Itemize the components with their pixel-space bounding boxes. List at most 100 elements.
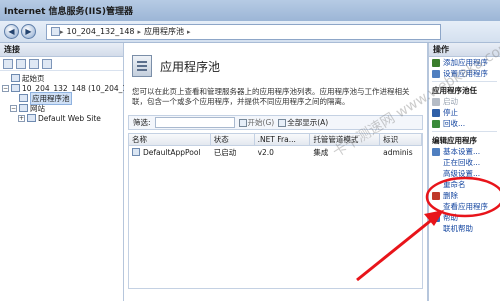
action-item[interactable]: 重命名 xyxy=(429,179,500,190)
actions-divider xyxy=(432,131,497,132)
page-description: 您可以在此页上查看和管理服务器上的应用程序池列表。应用程序池与工作进程相关联，包… xyxy=(132,87,410,106)
column-header[interactable]: 标识 xyxy=(380,134,423,145)
filter-label: 筛选: xyxy=(133,118,151,127)
action-icon xyxy=(432,108,440,117)
action-label: 停止 xyxy=(443,108,458,117)
start-icon xyxy=(238,118,247,127)
tree-node[interactable]: + Default Web Site xyxy=(2,113,123,123)
show-all-button[interactable]: 全部显示(A) xyxy=(278,117,328,128)
actions-section-title: 应用程序池任 xyxy=(429,85,500,96)
breadcrumb[interactable]: ▸ 10_204_132_148 ▸ 应用程序池 ▸ xyxy=(46,23,441,40)
forward-button[interactable]: ▶ xyxy=(21,24,36,39)
action-label: 基本设置... xyxy=(443,147,481,156)
address-bar: ◀ ▶ ▸ 10_204_132_148 ▸ 应用程序池 ▸ xyxy=(0,21,500,43)
app-pools-page: 应用程序池 您可以在此页上查看和管理服务器上的应用程序池列表。应用程序池与工作进… xyxy=(124,43,428,301)
table-cell-text: 已启动 xyxy=(213,147,237,157)
action-item[interactable]: 停止 xyxy=(429,107,500,118)
tree-node-icon xyxy=(11,74,20,82)
grid-header: 名称 状态 .NET Fra... 托管管道模式 标识 xyxy=(129,134,423,146)
back-button[interactable]: ◀ xyxy=(4,24,19,39)
table-cell-text: adminis xyxy=(383,147,413,157)
action-icon xyxy=(432,58,440,67)
breadcrumb-separator-icon: ▸ xyxy=(60,27,64,36)
action-label: 高级设置... xyxy=(443,169,481,178)
action-label: 帮助 xyxy=(443,213,458,222)
filter-bar: 筛选: 开始(G) 全部显示(A) xyxy=(128,115,423,130)
column-header[interactable]: .NET Fra... xyxy=(255,134,311,145)
start-filter-button[interactable]: 开始(G) xyxy=(238,117,275,128)
show-all-icon xyxy=(278,118,287,127)
action-item[interactable]: 联机帮助 xyxy=(429,223,500,234)
server-icon xyxy=(51,27,60,36)
action-label: 编辑应用程序 xyxy=(432,136,477,145)
table-cell: adminis xyxy=(380,146,422,158)
tree-expander-icon[interactable]: − xyxy=(10,104,17,112)
action-icon xyxy=(432,225,440,233)
table-cell: 集成 xyxy=(310,146,380,158)
action-item[interactable]: 基本设置... xyxy=(429,146,500,157)
app-pool-icon xyxy=(132,55,152,77)
action-label: 设置应用程序 xyxy=(443,69,488,78)
action-item[interactable]: 删除 xyxy=(429,190,500,201)
action-item[interactable]: 回收... xyxy=(429,118,500,129)
actions-section-title: 编辑应用程序 xyxy=(429,135,500,146)
column-header[interactable]: 托管管道模式 xyxy=(310,134,381,145)
action-icon xyxy=(432,159,440,167)
tree-node-icon xyxy=(27,114,36,122)
tree-node-icon xyxy=(11,84,20,92)
tree-node-label: 网站 xyxy=(30,103,45,113)
filter-input[interactable] xyxy=(154,117,235,128)
action-icon xyxy=(432,119,440,128)
start-filter-label: 开始(G) xyxy=(247,118,275,127)
action-item: 启动 xyxy=(429,96,500,107)
action-label: 回收... xyxy=(443,119,466,128)
action-icon xyxy=(432,147,440,156)
tree-node[interactable]: 起始页 xyxy=(2,73,123,83)
breadcrumb-separator-icon: ▸ xyxy=(137,27,142,36)
action-item[interactable]: 查看应用程序 xyxy=(429,201,500,212)
actions-list: 添加应用程序 设置应用程序应用程序池任 启动停止回收... 编辑应用程序基本设置...… xyxy=(429,57,500,234)
tree-node-label: 起始页 xyxy=(22,73,45,83)
page-header: 应用程序池 xyxy=(124,43,427,79)
action-label: 查看应用程序 xyxy=(443,202,488,211)
action-label: 添加应用程序 xyxy=(443,58,488,67)
connections-toolbar xyxy=(0,57,123,71)
connections-header: 连接 xyxy=(0,43,123,57)
action-item[interactable]: 正在回收... xyxy=(429,157,500,168)
tree-node[interactable]: − 网站 xyxy=(2,103,123,113)
up-icon[interactable] xyxy=(29,58,39,69)
column-header[interactable]: 状态 xyxy=(211,134,255,145)
grid-body: DefaultAppPool 已启动 v2.0 集成 adminis xyxy=(129,146,422,158)
connect-icon[interactable] xyxy=(3,58,13,69)
window-title: Internet 信息服务(IIS)管理器 xyxy=(4,7,133,17)
action-label: 联机帮助 xyxy=(443,224,473,233)
breadcrumb-app-pools[interactable]: 应用程序池 xyxy=(144,26,184,37)
tree-node-icon xyxy=(19,104,28,112)
tree-expander-icon[interactable]: − xyxy=(2,84,9,92)
breadcrumb-server[interactable]: 10_204_132_148 xyxy=(67,27,135,36)
action-item[interactable]: 添加应用程序 xyxy=(429,57,500,68)
table-cell-text: 集成 xyxy=(313,147,329,157)
refresh-icon[interactable] xyxy=(42,58,52,69)
save-icon[interactable] xyxy=(16,58,26,69)
column-header[interactable]: 名称 xyxy=(129,134,211,145)
breadcrumb-separator-icon: ▸ xyxy=(187,27,191,36)
action-item[interactable]: 帮助 xyxy=(429,212,500,223)
tree-node-label: Default Web Site xyxy=(38,113,101,123)
connections-panel: 连接 起始页 −10_204_132_148 (10_204_1 应用程序池 − 网站 +… xyxy=(0,43,127,301)
tree-expander-icon[interactable]: + xyxy=(18,114,25,122)
connections-tree[interactable]: 起始页 −10_204_132_148 (10_204_1 应用程序池 − 网站 + Def… xyxy=(0,71,127,123)
action-icon xyxy=(432,203,440,211)
action-item[interactable]: 高级设置... xyxy=(429,168,500,179)
action-label: 删除 xyxy=(443,191,458,200)
action-label: 正在回收... xyxy=(443,158,481,167)
table-cell-text: DefaultAppPool xyxy=(143,147,201,157)
actions-divider xyxy=(432,81,497,82)
table-row[interactable]: DefaultAppPool 已启动 v2.0 集成 adminis xyxy=(129,146,422,158)
action-label: 启动 xyxy=(443,97,458,106)
show-all-label: 全部显示(A) xyxy=(287,118,329,127)
action-label: 重命名 xyxy=(443,180,466,189)
action-item[interactable]: 设置应用程序 xyxy=(429,68,500,79)
tree-node[interactable]: 应用程序池 xyxy=(2,91,123,105)
